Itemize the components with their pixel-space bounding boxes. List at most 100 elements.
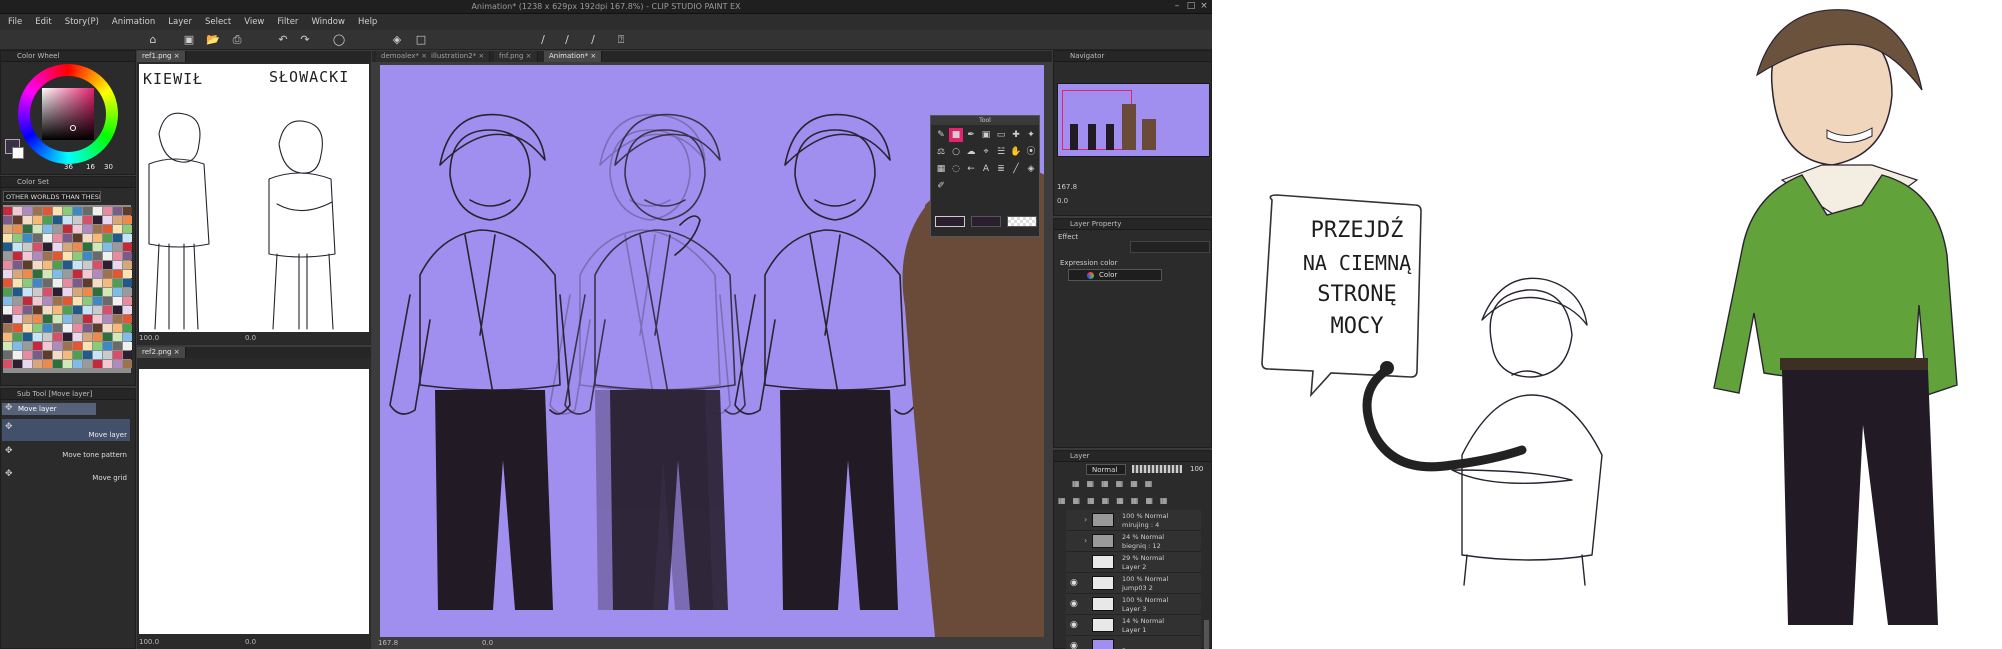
- color-swatch[interactable]: [33, 270, 42, 278]
- color-swatch[interactable]: [73, 279, 82, 287]
- layer-scrollbar[interactable]: [1204, 620, 1209, 649]
- color-swatch[interactable]: [103, 333, 112, 341]
- color-swatch[interactable]: [13, 252, 22, 260]
- color-swatch[interactable]: [113, 207, 122, 215]
- save-icon[interactable]: ⎙: [230, 33, 244, 47]
- color-swatch[interactable]: [103, 324, 112, 332]
- color-swatch[interactable]: [83, 252, 92, 260]
- color-swatch[interactable]: [123, 288, 132, 296]
- color-swatch[interactable]: [43, 234, 52, 242]
- color-swatch[interactable]: [113, 234, 122, 242]
- color-swatch[interactable]: [33, 342, 42, 350]
- color-swatch[interactable]: [103, 306, 112, 314]
- color-swatch[interactable]: [53, 360, 62, 368]
- doc-tab-animation[interactable]: Animation* ×: [544, 51, 603, 62]
- color-swatch[interactable]: [3, 261, 12, 269]
- color-swatch[interactable]: [43, 351, 52, 359]
- canvas-zoom[interactable]: 167.8: [378, 639, 398, 647]
- color-swatch[interactable]: [93, 216, 102, 224]
- color-swatch[interactable]: [113, 216, 122, 224]
- color-swatch[interactable]: [53, 261, 62, 269]
- color-swatch[interactable]: [103, 225, 112, 233]
- layer-row[interactable]: ◉Paper: [1066, 636, 1201, 649]
- color-swatch[interactable]: [3, 333, 12, 341]
- color-swatch[interactable]: [13, 216, 22, 224]
- tool-icon[interactable]: ☱: [994, 145, 1008, 159]
- tool-icon[interactable]: ⚖: [934, 145, 948, 159]
- color-swatch[interactable]: [73, 252, 82, 260]
- color-swatch[interactable]: [43, 243, 52, 251]
- tool-icon[interactable]: ╱: [1009, 162, 1023, 176]
- close-icon[interactable]: ×: [174, 52, 180, 60]
- color-swatch[interactable]: [113, 324, 122, 332]
- color-swatch[interactable]: [43, 297, 52, 305]
- color-swatch[interactable]: [63, 351, 72, 359]
- color-swatch[interactable]: [113, 252, 122, 260]
- layer-row[interactable]: › 100 % Normal mirujing : 4: [1066, 510, 1201, 531]
- color-swatch[interactable]: [43, 216, 52, 224]
- color-swatch[interactable]: [33, 216, 42, 224]
- color-swatch[interactable]: [23, 315, 32, 323]
- color-swatch[interactable]: [123, 270, 132, 278]
- color-swatch[interactable]: [63, 225, 72, 233]
- ruler-icon[interactable]: ∕: [536, 33, 550, 47]
- color-swatch[interactable]: [83, 225, 92, 233]
- color-swatch[interactable]: [13, 270, 22, 278]
- menu-story[interactable]: Story(P): [65, 17, 99, 27]
- color-swatch[interactable]: [113, 333, 122, 341]
- color-swatch[interactable]: [123, 225, 132, 233]
- color-swatch[interactable]: [103, 270, 112, 278]
- close-icon[interactable]: ×: [174, 348, 180, 356]
- ref-bottom-rotation[interactable]: 0.0: [245, 638, 256, 646]
- main-color-chip[interactable]: [935, 216, 965, 227]
- tool-icon[interactable]: ◈: [1024, 162, 1038, 176]
- color-swatch[interactable]: [113, 360, 122, 368]
- undo-icon[interactable]: ↶: [276, 33, 290, 47]
- opacity-value[interactable]: 100: [1190, 465, 1203, 473]
- layer-row[interactable]: 29 % Normal Layer 2: [1066, 552, 1201, 573]
- color-swatch[interactable]: [13, 342, 22, 350]
- new-file-icon[interactable]: ▣: [182, 33, 196, 47]
- color-set-dropdown[interactable]: OTHER WORLDS THAN THESE: [3, 191, 101, 202]
- doc-tab-demoalex[interactable]: demoalex* ×: [376, 51, 434, 62]
- color-swatch[interactable]: [73, 207, 82, 215]
- color-swatch[interactable]: [33, 207, 42, 215]
- color-swatch[interactable]: [13, 261, 22, 269]
- color-swatch[interactable]: [123, 216, 132, 224]
- color-swatch[interactable]: [63, 261, 72, 269]
- color-swatch[interactable]: [113, 351, 122, 359]
- color-swatch[interactable]: [73, 216, 82, 224]
- color-swatch[interactable]: [3, 279, 12, 287]
- color-swatch[interactable]: [13, 324, 22, 332]
- color-swatch[interactable]: [33, 243, 42, 251]
- color-swatch[interactable]: [3, 225, 12, 233]
- color-swatch[interactable]: [123, 252, 132, 260]
- open-folder-icon[interactable]: 📂: [206, 33, 220, 47]
- color-swatch[interactable]: [103, 342, 112, 350]
- color-swatch[interactable]: [63, 234, 72, 242]
- ref-tab-2[interactable]: ref2.png ×: [137, 347, 186, 358]
- color-swatch[interactable]: [123, 342, 132, 350]
- color-swatch[interactable]: [93, 207, 102, 215]
- color-swatch[interactable]: [13, 279, 22, 287]
- color-swatch[interactable]: [73, 270, 82, 278]
- color-swatch[interactable]: [43, 252, 52, 260]
- color-swatch[interactable]: [113, 306, 122, 314]
- color-swatch[interactable]: [83, 288, 92, 296]
- color-swatch[interactable]: [93, 270, 102, 278]
- color-swatch[interactable]: [63, 333, 72, 341]
- close-icon[interactable]: ×: [1199, 1, 1209, 11]
- ref-bottom-zoom[interactable]: 100.0: [139, 638, 159, 646]
- color-swatch[interactable]: [63, 288, 72, 296]
- color-swatch[interactable]: [123, 243, 132, 251]
- color-swatch[interactable]: [113, 261, 122, 269]
- color-swatch[interactable]: [73, 342, 82, 350]
- color-swatch[interactable]: [13, 360, 22, 368]
- tool-icon[interactable]: ✚: [1009, 128, 1023, 142]
- color-swatch[interactable]: [83, 333, 92, 341]
- color-swatch[interactable]: [3, 234, 12, 242]
- color-swatch[interactable]: [103, 288, 112, 296]
- color-swatch[interactable]: [23, 243, 32, 251]
- redo-icon[interactable]: ↷: [298, 33, 312, 47]
- color-swatch[interactable]: [103, 252, 112, 260]
